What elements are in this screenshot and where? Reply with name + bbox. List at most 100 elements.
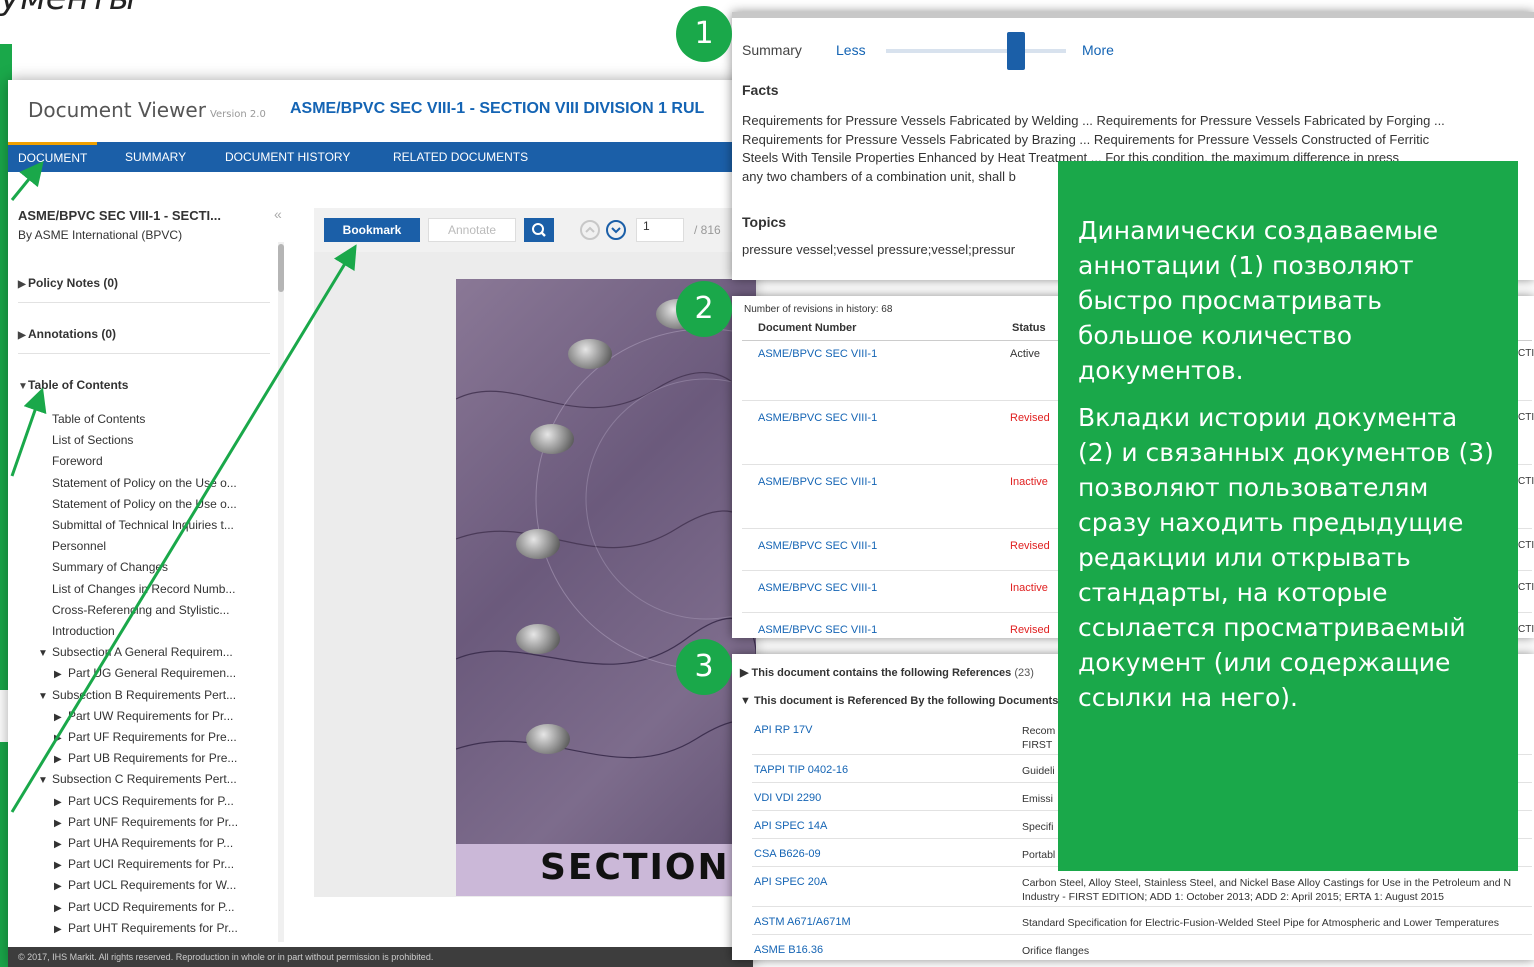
- expand-down-icon: ▼: [38, 775, 48, 787]
- toc-item-label: Part UB Requirements for Pre...: [68, 751, 238, 766]
- page-number-input[interactable]: 1: [636, 218, 684, 242]
- toc-item[interactable]: Personnel: [52, 539, 106, 553]
- tab-document[interactable]: DOCUMENT: [8, 142, 98, 172]
- toc-item[interactable]: ▶ Part UHT Requirements for Pr...: [54, 921, 238, 935]
- related-doc-link[interactable]: CSA B626-09: [754, 848, 821, 860]
- next-page-button[interactable]: [606, 220, 626, 240]
- toc-item[interactable]: Cross-Referencing and Stylistic...: [52, 603, 229, 617]
- history-doc-link[interactable]: ASME/BPVC SEC VIII-1: [758, 582, 877, 594]
- toc-item[interactable]: Introduction: [52, 624, 115, 638]
- toc-item[interactable]: ▶ Part UCI Requirements for Pr...: [54, 857, 234, 871]
- sidebar-section-annotations[interactable]: ▶ Annotations (0): [18, 327, 116, 341]
- toc-item[interactable]: ▼ Subsection B Requirements Pert...: [38, 688, 236, 702]
- history-status: Revised: [1010, 540, 1050, 552]
- toc-item[interactable]: ▼ Subsection A General Requirem...: [38, 645, 233, 659]
- history-title-clipped: CTI: [1518, 540, 1534, 551]
- toc-item-label: Table of Contents: [52, 412, 146, 426]
- toc-item[interactable]: ▶ Part UB Requirements for Pre...: [54, 751, 237, 765]
- toc-item[interactable]: Foreword: [52, 454, 103, 468]
- facts-heading: Facts: [742, 82, 779, 98]
- toc-item[interactable]: ▶ Part UCL Requirements for W...: [54, 878, 236, 892]
- related-doc-description: Recom FIRST: [1022, 724, 1055, 752]
- section-contains-references[interactable]: ▶ This document contains the following R…: [740, 666, 1034, 679]
- toc-item[interactable]: ▶ Part UNF Requirements for Pr...: [54, 815, 238, 829]
- sidebar-doc-title: ASME/BPVC SEC VIII-1 - SECTI...: [18, 208, 221, 223]
- toc-item[interactable]: ▶ Part UW Requirements for Pr...: [54, 709, 233, 723]
- viewer-footer: © 2017, IHS Markit. All rights reserved.…: [8, 947, 753, 967]
- toc-item[interactable]: Table of Contents: [52, 412, 145, 426]
- expand-down-icon: ▼: [38, 690, 48, 702]
- search-button[interactable]: [524, 218, 554, 242]
- app-name-text: Document Viewer: [28, 98, 206, 122]
- toc-item[interactable]: Statement of Policy on the Use o...: [52, 497, 237, 511]
- toc-item[interactable]: ▶ Part UF Requirements for Pre...: [54, 730, 237, 744]
- sidebar-publisher: By ASME International (BPVC): [18, 228, 183, 242]
- sidebar-section-policy-notes[interactable]: ▶ Policy Notes (0): [18, 276, 118, 290]
- toc-item[interactable]: ▶ Part UHA Requirements for P...: [54, 836, 233, 850]
- document-page-area[interactable]: SECTION: [314, 252, 756, 897]
- facts-body: Requirements for Pressure Vessels Fabric…: [742, 113, 1445, 165]
- toc-item[interactable]: Submittal of Technical Inquiries t...: [52, 518, 234, 532]
- related-doc-link[interactable]: ASME B16.36: [754, 944, 823, 956]
- history-status: Revised: [1010, 412, 1050, 424]
- summary-more-link[interactable]: More: [1082, 42, 1114, 58]
- related-doc-link[interactable]: API SPEC 20A: [754, 876, 827, 888]
- toc-item-label: Subsection C Requirements Pert...: [52, 772, 237, 787]
- toc-item[interactable]: Statement of Policy on the Use o...: [52, 476, 237, 490]
- toc-item[interactable]: ▶ Part UG General Requiremen...: [54, 666, 236, 680]
- related-doc-link[interactable]: API RP 17V: [754, 724, 813, 736]
- expand-right-icon: ▶: [54, 733, 62, 744]
- collapse-sidebar-icon[interactable]: «: [274, 206, 282, 222]
- bookmark-button[interactable]: Bookmark: [324, 218, 420, 242]
- toc-item[interactable]: List of Sections: [52, 433, 133, 447]
- tab-summary[interactable]: SUMMARY: [115, 142, 196, 172]
- expand-right-icon: ▶: [54, 902, 62, 914]
- bolt-image: [568, 339, 612, 369]
- summary-slider-thumb[interactable]: [1006, 32, 1025, 70]
- annotate-button[interactable]: Annotate: [428, 218, 516, 242]
- related-doc-link[interactable]: TAPPI TIP 0402-16: [754, 764, 848, 776]
- previous-page-button[interactable]: [580, 220, 600, 240]
- toc-item-label: Part UCS Requirements for P...: [68, 793, 234, 808]
- tab-document-history[interactable]: DOCUMENT HISTORY: [215, 142, 360, 172]
- history-doc-link[interactable]: ASME/BPVC SEC VIII-1: [758, 476, 877, 488]
- slide: ументы Document ViewerVersion 2.0 ASME/B…: [0, 0, 1534, 967]
- toc-item[interactable]: Summary of Changes: [52, 560, 168, 574]
- slide-title: ументы: [0, 0, 136, 18]
- toc-item[interactable]: ▶ Part UCD Requirements for P...: [54, 900, 235, 914]
- callout-paragraph-2: Вкладки истории документа (2) и связанны…: [1078, 403, 1494, 712]
- toc-item-label: Statement of Policy on the Use o...: [52, 475, 237, 490]
- document-toolbar: Bookmark Annotate 1 / 816: [314, 208, 734, 252]
- document-title: ASME/BPVC SEC VIII-1 - SECTION VIII DIVI…: [290, 100, 705, 117]
- history-title-clipped: CTI: [1518, 476, 1534, 487]
- related-doc-link[interactable]: ASTM A671/A671M: [754, 916, 851, 928]
- summary-slider-track[interactable]: [886, 49, 1066, 53]
- section-referenced-by[interactable]: ▼ This document is Referenced By the fol…: [740, 695, 1058, 707]
- sidebar-scroll-thumb[interactable]: [278, 244, 284, 292]
- history-doc-link[interactable]: ASME/BPVC SEC VIII-1: [758, 624, 877, 636]
- sidebar-section-label: Policy Notes (0): [28, 276, 119, 290]
- expand-down-icon: ▼: [740, 695, 754, 707]
- page-total: / 816: [694, 223, 721, 237]
- summary-less-link[interactable]: Less: [836, 42, 866, 58]
- related-doc-link[interactable]: API SPEC 14A: [754, 820, 827, 832]
- toc-item-label: Part UCI Requirements for Pr...: [68, 857, 235, 872]
- sidebar-section-toc[interactable]: ▼Table of Contents: [18, 378, 128, 392]
- history-doc-link[interactable]: ASME/BPVC SEC VIII-1: [758, 540, 877, 552]
- toc-item[interactable]: List of Changes in Record Numb...: [52, 582, 235, 596]
- tab-related-documents[interactable]: RELATED DOCUMENTS: [383, 142, 538, 172]
- toc-item[interactable]: ▶ Part UCS Requirements for P...: [54, 794, 234, 808]
- toc-item-label: Submittal of Technical Inquiries t...: [52, 518, 234, 532]
- expand-right-icon: ▶: [54, 839, 62, 850]
- toc-item-label: Statement of Policy on the Use o...: [52, 496, 237, 511]
- related-doc-link[interactable]: VDI VDI 2290: [754, 792, 821, 804]
- sidebar-scrollbar[interactable]: [278, 242, 284, 942]
- toc-item-label: Personnel: [52, 539, 107, 554]
- toc-item-label: List of Sections: [52, 433, 134, 448]
- history-title-clipped: CTI: [1518, 412, 1534, 423]
- summary-label: Summary: [742, 42, 802, 58]
- history-doc-link[interactable]: ASME/BPVC SEC VIII-1: [758, 412, 877, 424]
- row-divider: [752, 934, 1532, 935]
- history-doc-link[interactable]: ASME/BPVC SEC VIII-1: [758, 348, 877, 360]
- toc-item[interactable]: ▼ Subsection C Requirements Pert...: [38, 772, 237, 786]
